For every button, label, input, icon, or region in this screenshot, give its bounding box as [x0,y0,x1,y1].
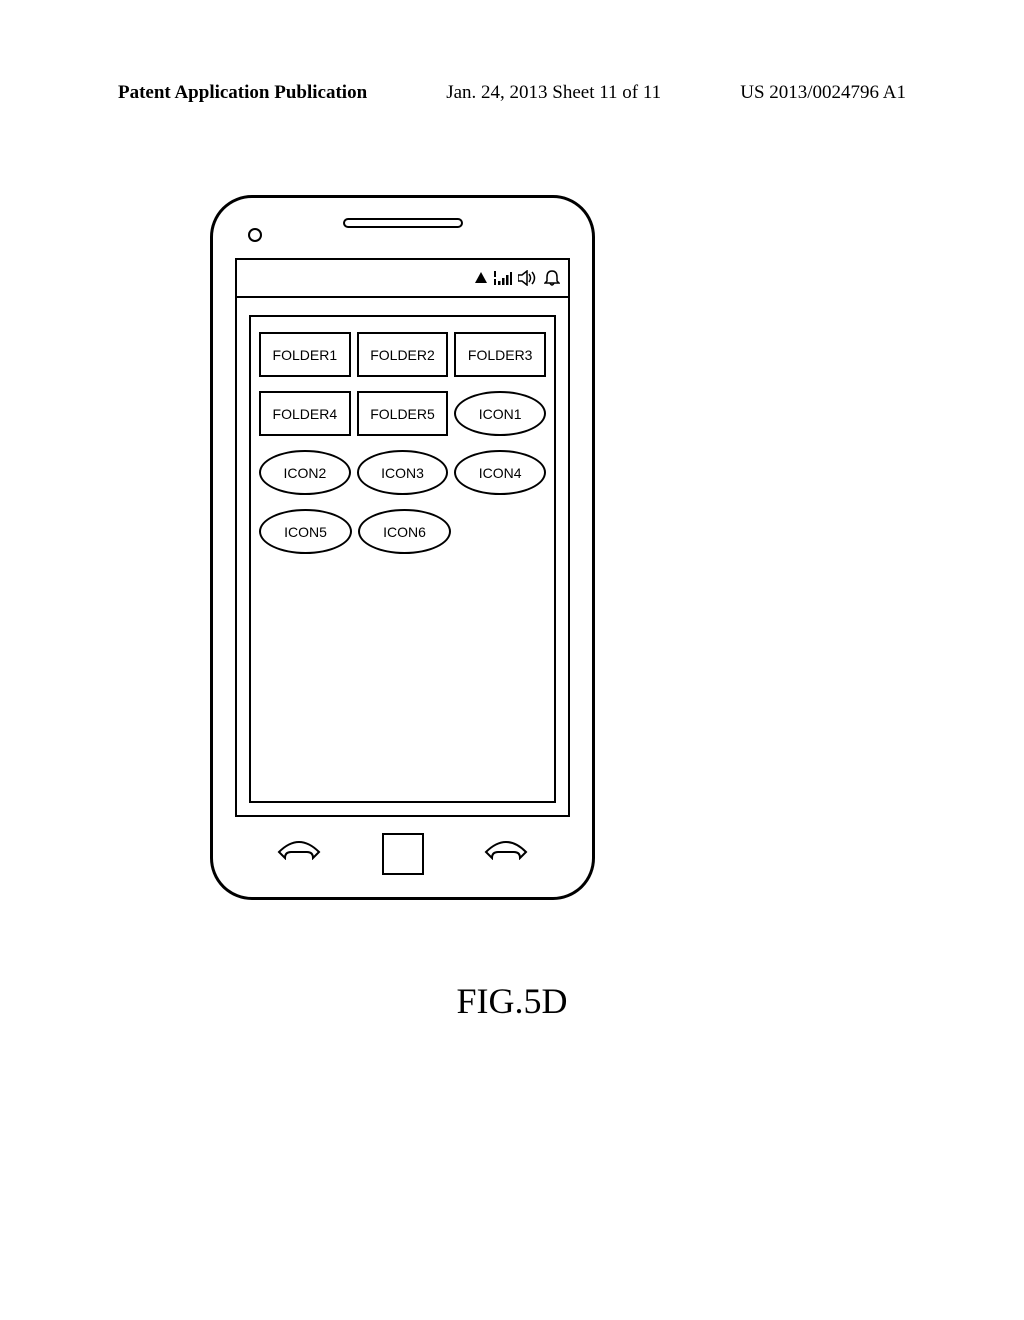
app-icon[interactable]: ICON6 [358,509,451,554]
app-icon[interactable]: ICON3 [357,450,449,495]
grid-row: ICON5 ICON6 [259,509,546,554]
folder-item[interactable]: FOLDER3 [454,332,546,377]
app-icon[interactable]: ICON2 [259,450,351,495]
app-icon[interactable]: ICON5 [259,509,352,554]
header-right: US 2013/0024796 A1 [740,82,906,104]
call-button-right[interactable] [484,838,528,865]
folder-item[interactable]: FOLDER2 [357,332,449,377]
grid-row: FOLDER1 FOLDER2 FOLDER3 [259,332,546,377]
figure-label: FIG.5D [456,980,567,1022]
grid-row: ICON2 ICON3 ICON4 [259,450,546,495]
earpiece-icon [343,218,463,228]
empty-cell [457,509,546,554]
grid-row: FOLDER4 FOLDER5 ICON1 [259,391,546,436]
folder-item[interactable]: FOLDER5 [357,391,449,436]
signal-icon [494,271,512,285]
page-header: Patent Application Publication Jan. 24, … [0,82,1024,104]
header-center: Jan. 24, 2013 Sheet 11 of 11 [446,82,661,104]
folder-item[interactable]: FOLDER4 [259,391,351,436]
status-bar [237,260,568,298]
phone-device: FOLDER1 FOLDER2 FOLDER3 FOLDER4 FOLDER5 … [210,195,595,900]
phone-screen: FOLDER1 FOLDER2 FOLDER3 FOLDER4 FOLDER5 … [235,258,570,817]
call-button-left[interactable] [277,838,321,865]
app-icon[interactable]: ICON1 [454,391,546,436]
triangle-icon [474,271,488,285]
camera-icon [248,228,262,242]
sound-icon [518,270,538,286]
home-button[interactable] [382,833,424,875]
bell-icon [544,270,560,286]
folder-item[interactable]: FOLDER1 [259,332,351,377]
app-icon[interactable]: ICON4 [454,450,546,495]
header-left: Patent Application Publication [118,82,367,104]
app-grid: FOLDER1 FOLDER2 FOLDER3 FOLDER4 FOLDER5 … [249,315,556,803]
